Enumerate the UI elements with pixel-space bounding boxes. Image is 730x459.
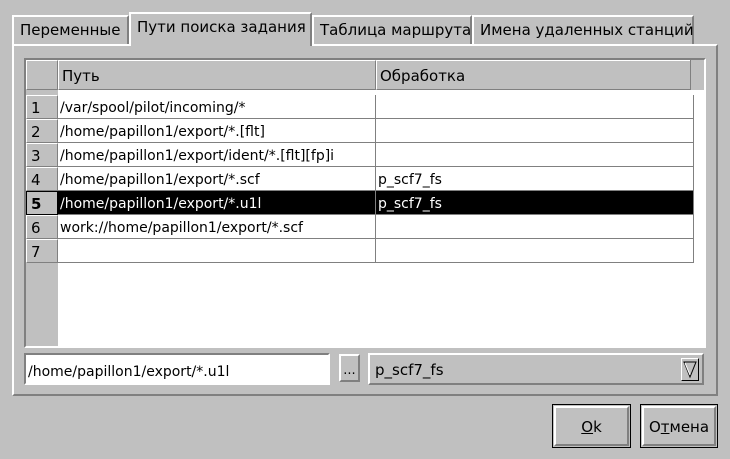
paths-table: Путь Обработка 1 /var/spool/pilot/incomi… (24, 58, 706, 348)
cancel-button[interactable]: Отмена (640, 404, 718, 448)
table-cell-handler-selected[interactable]: p_scf7_fs (376, 191, 694, 215)
table-cell-path[interactable]: /home/papillon1/export/*.scf (58, 167, 376, 191)
tab-label: Таблица маршрута (320, 21, 472, 39)
table-cell-handler[interactable] (376, 119, 694, 143)
path-input[interactable] (24, 353, 330, 385)
row-header[interactable]: 6 (26, 215, 58, 239)
row-header[interactable]: 3 (26, 143, 58, 167)
table-cell-path[interactable]: /var/spool/pilot/incoming/* (58, 95, 376, 119)
row-header[interactable]: 7 (26, 239, 58, 263)
tab-label: Пути поиска задания (137, 18, 306, 36)
table-cell-handler[interactable] (376, 95, 694, 119)
table-cell-path[interactable] (58, 239, 376, 263)
handler-select-value: p_scf7_fs (375, 361, 444, 379)
row-header-current[interactable]: 5 (26, 191, 58, 215)
table-cell-path-selected[interactable]: /home/papillon1/export/*.u1l (58, 191, 376, 215)
tab-variables[interactable]: Переменные (12, 15, 129, 46)
column-header-path[interactable]: Путь (58, 60, 376, 90)
column-header-handler[interactable]: Обработка (376, 60, 694, 90)
vertical-scrollbar-cap (690, 60, 704, 90)
tab-label: Переменные (20, 21, 121, 39)
tab-remote-station-names[interactable]: Имена удаленных станций (472, 15, 694, 46)
table-cell-handler[interactable]: p_scf7_fs (376, 167, 694, 191)
tab-job-search-paths[interactable]: Пути поиска задания (129, 12, 312, 46)
table-cell-path[interactable]: work://home/papillon1/export/*.scf (58, 215, 376, 239)
table-cell-handler[interactable] (376, 215, 694, 239)
dropdown-arrow-icon[interactable] (681, 358, 699, 381)
ok-button[interactable]: Ok (552, 404, 631, 448)
row-header[interactable]: 1 (26, 95, 58, 119)
table-cell-handler[interactable] (376, 239, 694, 263)
table-corner (26, 60, 58, 90)
tab-routing-table[interactable]: Таблица маршрута (312, 15, 472, 46)
row-header[interactable]: 4 (26, 167, 58, 191)
table-cell-handler[interactable] (376, 143, 694, 167)
table-cell-path[interactable]: /home/papillon1/export/*.[flt] (58, 119, 376, 143)
handler-select[interactable]: p_scf7_fs (368, 353, 704, 385)
tab-label: Имена удаленных станций (480, 21, 694, 39)
browse-button[interactable]: ... (339, 354, 360, 382)
table-cell-path[interactable]: /home/papillon1/export/ident/*.[flt][fp]… (58, 143, 376, 167)
row-header[interactable]: 2 (26, 119, 58, 143)
